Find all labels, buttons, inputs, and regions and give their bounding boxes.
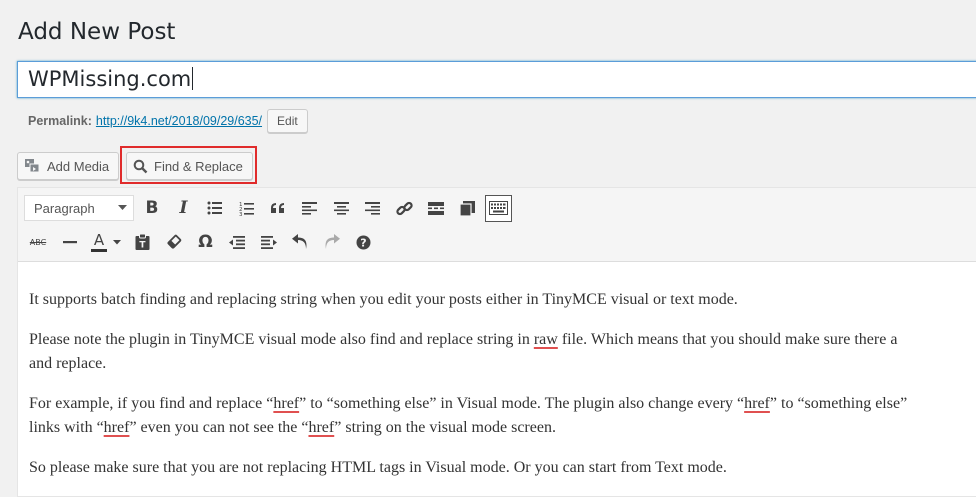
fullscreen-button[interactable] — [453, 194, 481, 222]
content-paragraph-1: It supports batch finding and replacing … — [29, 291, 738, 308]
editor-content[interactable]: It supports batch finding and replacing … — [18, 262, 976, 496]
page-title: Add New Post — [18, 19, 176, 45]
post-title-value: WPMissing.com — [28, 67, 192, 91]
read-more-button[interactable] — [422, 194, 450, 222]
link-button[interactable] — [390, 194, 418, 222]
redo-icon — [325, 234, 340, 249]
help-glyph: ? — [360, 236, 366, 249]
bold-icon: B — [145, 198, 159, 218]
p3-href-3: href — [103, 419, 130, 436]
numbered-list-button[interactable]: 123 — [233, 194, 261, 222]
toolbar-row-1: Paragraph B I 123 — [24, 194, 515, 222]
add-media-icon — [25, 159, 40, 173]
permalink-edit-button[interactable]: Edit — [267, 109, 308, 133]
toolbar-toggle-icon — [488, 201, 508, 215]
text-color-swatch — [91, 248, 107, 252]
indent-icon — [260, 235, 277, 249]
read-more-icon — [427, 201, 444, 215]
fullscreen-icon — [459, 200, 475, 216]
clear-formatting-button[interactable] — [160, 228, 188, 256]
content-paragraph-4: So please make sure that you are not rep… — [29, 459, 727, 476]
text-color-button[interactable]: A — [87, 228, 125, 256]
bullet-list-icon — [207, 201, 222, 215]
p3-href-4: href — [308, 419, 335, 436]
toolbar-row-2: ABC A T Ω ? — [24, 228, 381, 256]
align-left-icon — [302, 201, 317, 215]
p3-href-2: href — [744, 395, 770, 412]
clear-formatting-icon — [167, 234, 182, 249]
format-select-value: Paragraph — [34, 200, 95, 216]
content-paragraph-3: For example, if you find and replace “hr… — [29, 392, 907, 440]
align-left-button[interactable] — [296, 194, 324, 222]
indent-button[interactable] — [255, 228, 283, 256]
special-character-button[interactable]: Ω — [192, 228, 220, 256]
undo-button[interactable] — [286, 228, 314, 256]
p3-text-f: ” string on the visual mode screen. — [334, 419, 556, 436]
undo-icon — [292, 234, 307, 249]
p3-text-a: For example, if you find and replace “ — [29, 395, 274, 412]
permalink-row: Permalink: http://9k4.net/2018/09/29/635… — [28, 109, 308, 133]
p3-text-e: ” even you can not see the “ — [129, 419, 309, 436]
toolbar-toggle-button[interactable] — [484, 194, 512, 222]
align-center-icon — [333, 201, 349, 215]
svg-text:3: 3 — [239, 212, 243, 216]
outdent-icon — [229, 235, 245, 249]
add-media-label: Add Media — [47, 158, 110, 174]
help-button[interactable]: ? — [349, 228, 377, 256]
editor-toolbar: Paragraph B I 123 ABC A T Ω ? — [18, 188, 976, 262]
editor: Paragraph B I 123 ABC A T Ω ? It support… — [17, 187, 976, 497]
content-paragraph-2: Please note the plugin in TinyMCE visual… — [29, 328, 897, 376]
svg-text:T: T — [139, 241, 146, 251]
numbered-list-icon: 123 — [239, 202, 254, 216]
text-caret — [192, 67, 194, 90]
p2-text-b: file. Which means that you should make s… — [557, 331, 898, 348]
paste-text-icon: T — [135, 234, 150, 250]
paste-text-button[interactable]: T — [129, 228, 157, 256]
highlight-annotation — [120, 146, 257, 184]
bullet-list-button[interactable] — [201, 194, 229, 222]
align-right-icon — [365, 201, 380, 215]
add-media-button[interactable]: Add Media — [17, 152, 119, 180]
chevron-down-icon — [118, 205, 127, 210]
p2-line-2: and replace. — [29, 355, 107, 372]
link-icon — [395, 201, 413, 215]
strikethrough-button[interactable]: ABC — [24, 228, 52, 256]
post-title-input[interactable]: WPMissing.com — [17, 61, 976, 98]
redo-button[interactable] — [318, 228, 346, 256]
text-color-icon: A — [91, 230, 107, 252]
italic-icon: I — [179, 198, 188, 218]
p2-text-a: Please note the plugin in TinyMCE visual… — [29, 331, 534, 348]
p3-text-c: ” to “something else” — [769, 395, 908, 412]
permalink-label: Permalink: — [28, 114, 92, 128]
horizontal-line-icon — [62, 240, 77, 243]
p3-text-d: links with “ — [29, 419, 104, 436]
permalink-url[interactable]: http://9k4.net/2018/09/29/635/ — [96, 114, 262, 128]
strikethrough-icon: ABC — [29, 237, 47, 247]
italic-button[interactable]: I — [170, 194, 198, 222]
blockquote-button[interactable] — [264, 194, 292, 222]
special-character-icon: Ω — [198, 232, 213, 252]
horizontal-line-button[interactable] — [56, 228, 84, 256]
p2-raw-word: raw — [533, 331, 558, 348]
blockquote-icon — [271, 203, 284, 213]
format-select[interactable]: Paragraph — [24, 195, 134, 221]
chevron-down-icon — [113, 239, 121, 244]
outdent-button[interactable] — [223, 228, 251, 256]
p3-href-1: href — [273, 395, 300, 412]
align-right-button[interactable] — [359, 194, 387, 222]
help-icon: ? — [356, 235, 370, 249]
bold-button[interactable]: B — [138, 194, 166, 222]
align-center-button[interactable] — [327, 194, 355, 222]
text-color-glyph: A — [93, 230, 105, 249]
p3-text-b: ” to “something else” in Visual mode. Th… — [299, 395, 745, 412]
